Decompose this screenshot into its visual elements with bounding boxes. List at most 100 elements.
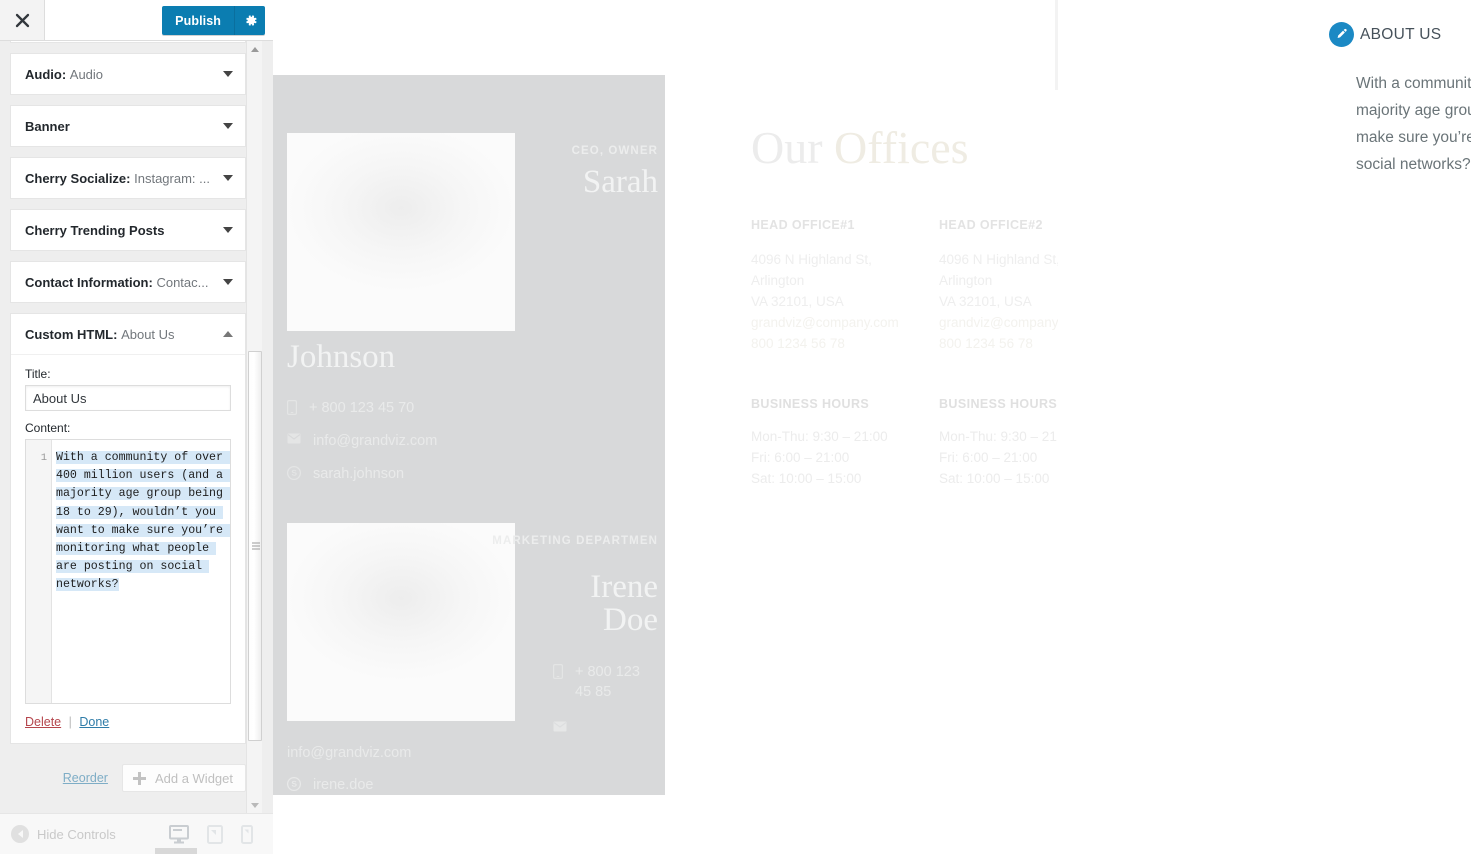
team-section: CEO, OWNER Sarah Johnson + 800 123 45 70 xyxy=(273,75,665,795)
about-us-body: With a community of over 400 million use… xyxy=(1356,75,1471,173)
customizer-header: Publish xyxy=(0,0,273,41)
publish-button[interactable]: Publish xyxy=(162,6,235,35)
scrollbar-grip-icon xyxy=(252,542,260,550)
widget-title: Cherry Socialize: Instagram: ... xyxy=(25,171,210,186)
mobile-preview-icon[interactable] xyxy=(241,825,253,844)
widget-header[interactable]: Banner xyxy=(11,106,245,146)
add-widget-label: Add a Widget xyxy=(154,770,233,786)
about-us-header: ABOUT US xyxy=(1329,22,1441,47)
team-member-email: info@grandviz.com xyxy=(287,743,567,763)
widget-header[interactable]: Cherry Trending Posts xyxy=(11,210,245,250)
widget-item-partial[interactable] xyxy=(10,41,246,43)
team-member-first-name: Sarah xyxy=(582,164,658,200)
offices-heading-word2: Offices xyxy=(834,122,969,173)
publish-button-group[interactable]: Publish xyxy=(162,6,265,35)
delete-link[interactable]: Delete xyxy=(25,715,61,729)
widget-title-text: Banner xyxy=(25,118,70,134)
scroll-down-arrow-icon[interactable] xyxy=(247,797,263,813)
widget-instance-name: Contac... xyxy=(156,274,209,290)
widget-header[interactable]: Cherry Socialize: Instagram: ... xyxy=(11,158,245,198)
office-address-line2: Arlington xyxy=(751,273,805,288)
widget-header[interactable]: Custom HTML: About Us xyxy=(11,314,245,354)
business-hours-line: Fri: 6:00 – 21:00 xyxy=(751,450,850,465)
skype-icon xyxy=(287,466,301,480)
team-member-role: MARKETING DEPARTMEN xyxy=(492,535,658,547)
widget-bottom-actions: Reorder Add a Widget xyxy=(10,764,246,792)
widget-actions: Delete | Done xyxy=(25,715,231,729)
content-field-label: Content: xyxy=(25,421,71,435)
widget-title: Custom HTML: About Us xyxy=(25,327,175,342)
widget-item-cherry-trending-posts[interactable]: Cherry Trending Posts xyxy=(10,209,246,251)
widget-item-contact-information[interactable]: Contact Information: Contac... xyxy=(10,261,246,303)
site-preview-frame[interactable]: CEO, OWNER Sarah Johnson + 800 123 45 70 xyxy=(273,0,1471,854)
customizer-screen: Publish Audio: Audio Banner Cherry Socia… xyxy=(0,0,1471,854)
office-email[interactable]: grandviz@company.com xyxy=(751,312,911,333)
custom-html-form: Title: Content: 1 With a community of ov… xyxy=(11,354,245,743)
widget-title-text: Cherry Trending Posts xyxy=(25,222,165,238)
chevron-down-icon[interactable] xyxy=(223,227,233,233)
widget-title: Banner xyxy=(25,119,70,134)
team-member-phone: + 800 123 45 70 xyxy=(287,398,537,418)
chevron-down-icon[interactable] xyxy=(223,71,233,77)
plus-icon xyxy=(132,771,146,785)
customizer-sidebar: Publish Audio: Audio Banner Cherry Socia… xyxy=(0,0,273,854)
business-hours-heading: BUSINESS HOURS xyxy=(751,397,870,411)
team-member-skype: sarah.johnson xyxy=(287,464,537,484)
customizer-scroll-body[interactable]: Audio: Audio Banner Cherry Socialize: In… xyxy=(0,41,273,813)
widget-instance-name: About Us xyxy=(121,326,175,342)
scroll-up-arrow-icon[interactable] xyxy=(247,41,263,57)
code-line-number-gutter: 1 xyxy=(26,440,52,703)
tablet-preview-icon[interactable] xyxy=(207,825,223,844)
chevron-down-icon[interactable] xyxy=(223,123,233,129)
widget-item-audio[interactable]: Audio: Audio xyxy=(10,53,246,95)
sidebar-scrollbar-thumb[interactable] xyxy=(248,351,262,741)
done-link[interactable]: Done xyxy=(79,715,109,729)
team-member-last-name: Doe xyxy=(603,602,658,638)
widget-title-text: Contact Information: xyxy=(25,274,153,290)
desktop-preview-icon[interactable] xyxy=(169,825,189,844)
chevron-down-icon[interactable] xyxy=(223,175,233,181)
reorder-link[interactable]: Reorder xyxy=(63,771,108,785)
widget-title-text: Cherry Socialize: xyxy=(25,170,131,186)
widget-header[interactable]: Contact Information: Contac... xyxy=(11,262,245,302)
widget-item-custom-html[interactable]: Custom HTML: About Us Title: Content: 1 … xyxy=(10,313,246,744)
gear-icon[interactable] xyxy=(235,6,265,35)
team-member-first-name: Irene xyxy=(590,569,658,605)
code-selected-text: With a community of over 400 million use… xyxy=(56,451,230,592)
about-us-title: ABOUT US xyxy=(1360,25,1442,43)
chevron-down-icon[interactable] xyxy=(223,279,233,285)
team-member-email-icon-row xyxy=(553,719,567,732)
offices-heading-word1: Our xyxy=(751,122,823,173)
widget-title-text: Audio: xyxy=(25,66,67,82)
close-icon[interactable] xyxy=(0,0,45,40)
pencil-edit-icon[interactable] xyxy=(1329,22,1354,47)
widget-item-cherry-socialize[interactable]: Cherry Socialize: Instagram: ... xyxy=(10,157,246,199)
phone-text: + 800 123 45 85 xyxy=(575,664,640,700)
sidebar-scrollbar[interactable] xyxy=(246,41,262,813)
content-textarea[interactable]: With a community of over 400 million use… xyxy=(52,440,230,703)
panel-resize-handle[interactable] xyxy=(155,848,197,854)
widget-title: Cherry Trending Posts xyxy=(25,223,164,238)
portrait-sarah-johnson xyxy=(287,133,515,331)
team-member-email: info@grandviz.com xyxy=(287,431,537,451)
widgets-list: Audio: Audio Banner Cherry Socialize: In… xyxy=(0,41,256,812)
title-input[interactable] xyxy=(25,385,231,411)
widget-item-banner[interactable]: Banner xyxy=(10,105,246,147)
content-code-editor[interactable]: 1 With a community of over 400 million u… xyxy=(25,439,231,704)
widget-instance-name: Instagram: ... xyxy=(134,170,210,186)
office-column: HEAD OFFICE#1 4096 N Highland St, Arling… xyxy=(751,218,911,489)
email-text: info@grandviz.com xyxy=(287,745,412,761)
envelope-icon xyxy=(287,433,301,444)
customizer-footer: Hide Controls xyxy=(0,813,273,854)
chevron-up-icon[interactable] xyxy=(223,331,233,337)
add-widget-button[interactable]: Add a Widget xyxy=(121,764,246,792)
phone-icon xyxy=(553,664,563,679)
action-separator: | xyxy=(68,715,72,729)
phone-text: + 800 123 45 70 xyxy=(309,400,415,416)
widget-header[interactable]: Audio: Audio xyxy=(11,54,245,94)
team-member-photo xyxy=(287,133,515,331)
skype-text: sarah.johnson xyxy=(313,466,405,482)
hide-controls-button[interactable]: Hide Controls xyxy=(0,825,116,843)
hide-controls-label: Hide Controls xyxy=(37,826,116,842)
business-hours-line: Sat: 10:00 – 15:00 xyxy=(751,471,862,486)
